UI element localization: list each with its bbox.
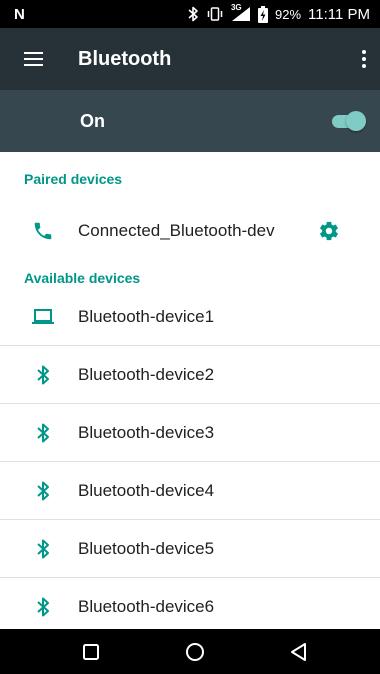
network-type-label: 3G (230, 3, 242, 12)
vibrate-icon (206, 6, 224, 22)
status-bar: N 3G 92% 11:11 PM (0, 0, 380, 28)
bluetooth-icon (30, 362, 56, 388)
page-title: Bluetooth (78, 47, 172, 70)
device-name: Bluetooth-device4 (78, 480, 215, 500)
carrier-logo: N (14, 5, 25, 23)
battery-charging-icon (257, 5, 268, 23)
clock: 11:11 PM (308, 5, 370, 23)
bluetooth-toggle[interactable] (330, 110, 366, 132)
bluetooth-icon (30, 420, 56, 446)
bluetooth-icon (30, 594, 56, 620)
status-icons: 3G 92% 11:11 PM (187, 3, 370, 23)
recents-square-icon[interactable] (71, 637, 111, 667)
battery-percent: 92% (274, 6, 302, 22)
system-navigation-bar (0, 629, 380, 674)
list-item[interactable]: Bluetooth-device5 (0, 520, 380, 578)
gear-icon[interactable] (314, 216, 344, 246)
toggle-thumb (346, 111, 366, 131)
back-triangle-icon[interactable] (279, 637, 319, 667)
bluetooth-switch-bar[interactable]: On (0, 90, 380, 152)
switch-label: On (80, 110, 105, 131)
list-item[interactable]: Bluetooth-device1 (0, 288, 380, 346)
paired-device-row[interactable]: Connected_Bluetooth-dev (0, 204, 380, 258)
list-item[interactable]: Bluetooth-device6 (0, 578, 380, 636)
bluetooth-status-icon (187, 6, 199, 22)
device-name: Bluetooth-device3 (78, 422, 215, 442)
list-item[interactable]: Bluetooth-device4 (0, 462, 380, 520)
laptop-icon (30, 304, 56, 330)
more-vert-icon[interactable] (348, 28, 380, 90)
device-name: Bluetooth-device5 (78, 538, 215, 558)
app-toolbar: Bluetooth (0, 28, 380, 90)
device-name: Bluetooth-device1 (78, 306, 215, 326)
device-name: Bluetooth-device2 (78, 364, 215, 384)
list-item[interactable]: Bluetooth-device2 (0, 346, 380, 404)
bluetooth-icon (30, 478, 56, 504)
list-item[interactable]: Bluetooth-device3 (0, 404, 380, 462)
paired-devices-header: Paired devices (24, 171, 123, 187)
device-name: Bluetooth-device6 (78, 597, 215, 616)
signal-icon: 3G (230, 3, 251, 22)
hamburger-menu-icon[interactable] (0, 28, 78, 90)
available-devices-header: Available devices (24, 270, 141, 286)
phone-icon (30, 218, 56, 244)
available-devices-list: Bluetooth-device1 Bluetooth-device2 Blue… (0, 288, 380, 636)
paired-device-name: Connected_Bluetooth-dev (78, 221, 275, 240)
home-circle-icon[interactable] (175, 637, 215, 667)
bluetooth-icon (30, 536, 56, 562)
